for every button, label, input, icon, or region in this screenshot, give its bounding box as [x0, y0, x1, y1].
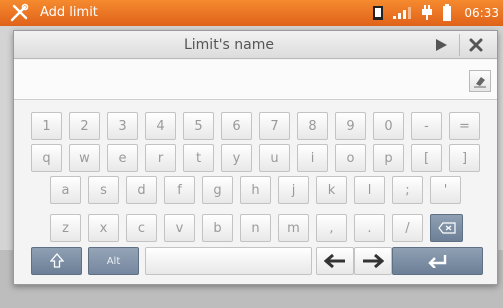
space-key[interactable]	[145, 247, 312, 275]
key-e[interactable]: e	[107, 144, 138, 172]
enter-key[interactable]	[392, 247, 483, 275]
arrow-left-icon	[324, 254, 345, 268]
key-8[interactable]: 8	[297, 112, 328, 140]
key-4[interactable]: 4	[145, 112, 176, 140]
status-time: 06:33	[464, 6, 499, 20]
right-arrow-key[interactable]	[354, 247, 392, 275]
key-o[interactable]: o	[335, 144, 366, 172]
arrow-right-icon	[363, 254, 384, 268]
sd-card-icon	[373, 6, 384, 20]
key-f[interactable]: f	[164, 176, 195, 204]
dialog-header: Limit's name	[14, 31, 497, 59]
key-a[interactable]: a	[50, 176, 81, 204]
key-slash[interactable]: /	[392, 214, 423, 242]
key-left-bracket[interactable]: [	[411, 144, 442, 172]
next-button[interactable]	[430, 34, 452, 56]
key-3[interactable]: 3	[107, 112, 138, 140]
key-z[interactable]: z	[50, 214, 81, 242]
key-7[interactable]: 7	[259, 112, 290, 140]
key-right-bracket[interactable]: ]	[449, 144, 480, 172]
tools-icon	[10, 3, 29, 22]
key-9[interactable]: 9	[335, 112, 366, 140]
eraser-icon	[474, 77, 486, 88]
shift-icon	[49, 253, 64, 268]
name-input[interactable]	[14, 60, 497, 100]
key-y[interactable]: y	[221, 144, 252, 172]
key-h[interactable]: h	[240, 176, 271, 204]
shift-key[interactable]	[31, 247, 82, 275]
key-apostrophe[interactable]: '	[430, 176, 461, 204]
key-k[interactable]: k	[316, 176, 347, 204]
key-period[interactable]: .	[354, 214, 385, 242]
key-d[interactable]: d	[126, 176, 157, 204]
key-t[interactable]: t	[183, 144, 214, 172]
status-bar: Add limit 06:33	[0, 0, 503, 26]
key-r[interactable]: r	[145, 144, 176, 172]
key-2[interactable]: 2	[69, 112, 100, 140]
key-1[interactable]: 1	[31, 112, 62, 140]
left-arrow-key[interactable]	[316, 247, 354, 275]
key-g[interactable]: g	[202, 176, 233, 204]
status-title: Add limit	[40, 5, 98, 20]
key-minus[interactable]: -	[411, 112, 442, 140]
key-x[interactable]: x	[88, 214, 119, 242]
dialog-title: Limit's name	[183, 37, 274, 53]
plug-icon	[422, 5, 433, 20]
key-0[interactable]: 0	[373, 112, 404, 140]
key-q[interactable]: q	[31, 144, 62, 172]
key-comma[interactable]: ,	[316, 214, 347, 242]
key-l[interactable]: l	[354, 176, 385, 204]
enter-icon	[427, 255, 446, 268]
key-w[interactable]: w	[69, 144, 100, 172]
key-semicolon[interactable]: ;	[392, 176, 423, 204]
close-button[interactable]	[465, 34, 487, 56]
key-m[interactable]: m	[278, 214, 309, 242]
battery-icon	[443, 4, 452, 21]
backspace-key[interactable]	[430, 214, 463, 242]
key-b[interactable]: b	[202, 214, 233, 242]
key-v[interactable]: v	[164, 214, 195, 242]
close-icon	[469, 38, 483, 52]
key-p[interactable]: p	[373, 144, 404, 172]
key-c[interactable]: c	[126, 214, 157, 242]
key-j[interactable]: j	[278, 176, 309, 204]
key-n[interactable]: n	[240, 214, 271, 242]
header-divider	[459, 34, 460, 56]
key-i[interactable]: i	[297, 144, 328, 172]
key-u[interactable]: u	[259, 144, 290, 172]
clear-button[interactable]	[469, 70, 491, 92]
signal-icon	[393, 7, 412, 19]
play-icon	[436, 39, 447, 51]
key-s[interactable]: s	[88, 176, 119, 204]
backspace-icon	[437, 222, 456, 234]
key-5[interactable]: 5	[183, 112, 214, 140]
key-6[interactable]: 6	[221, 112, 252, 140]
key-equals[interactable]: =	[449, 112, 480, 140]
alt-key[interactable]: Alt	[88, 247, 139, 275]
